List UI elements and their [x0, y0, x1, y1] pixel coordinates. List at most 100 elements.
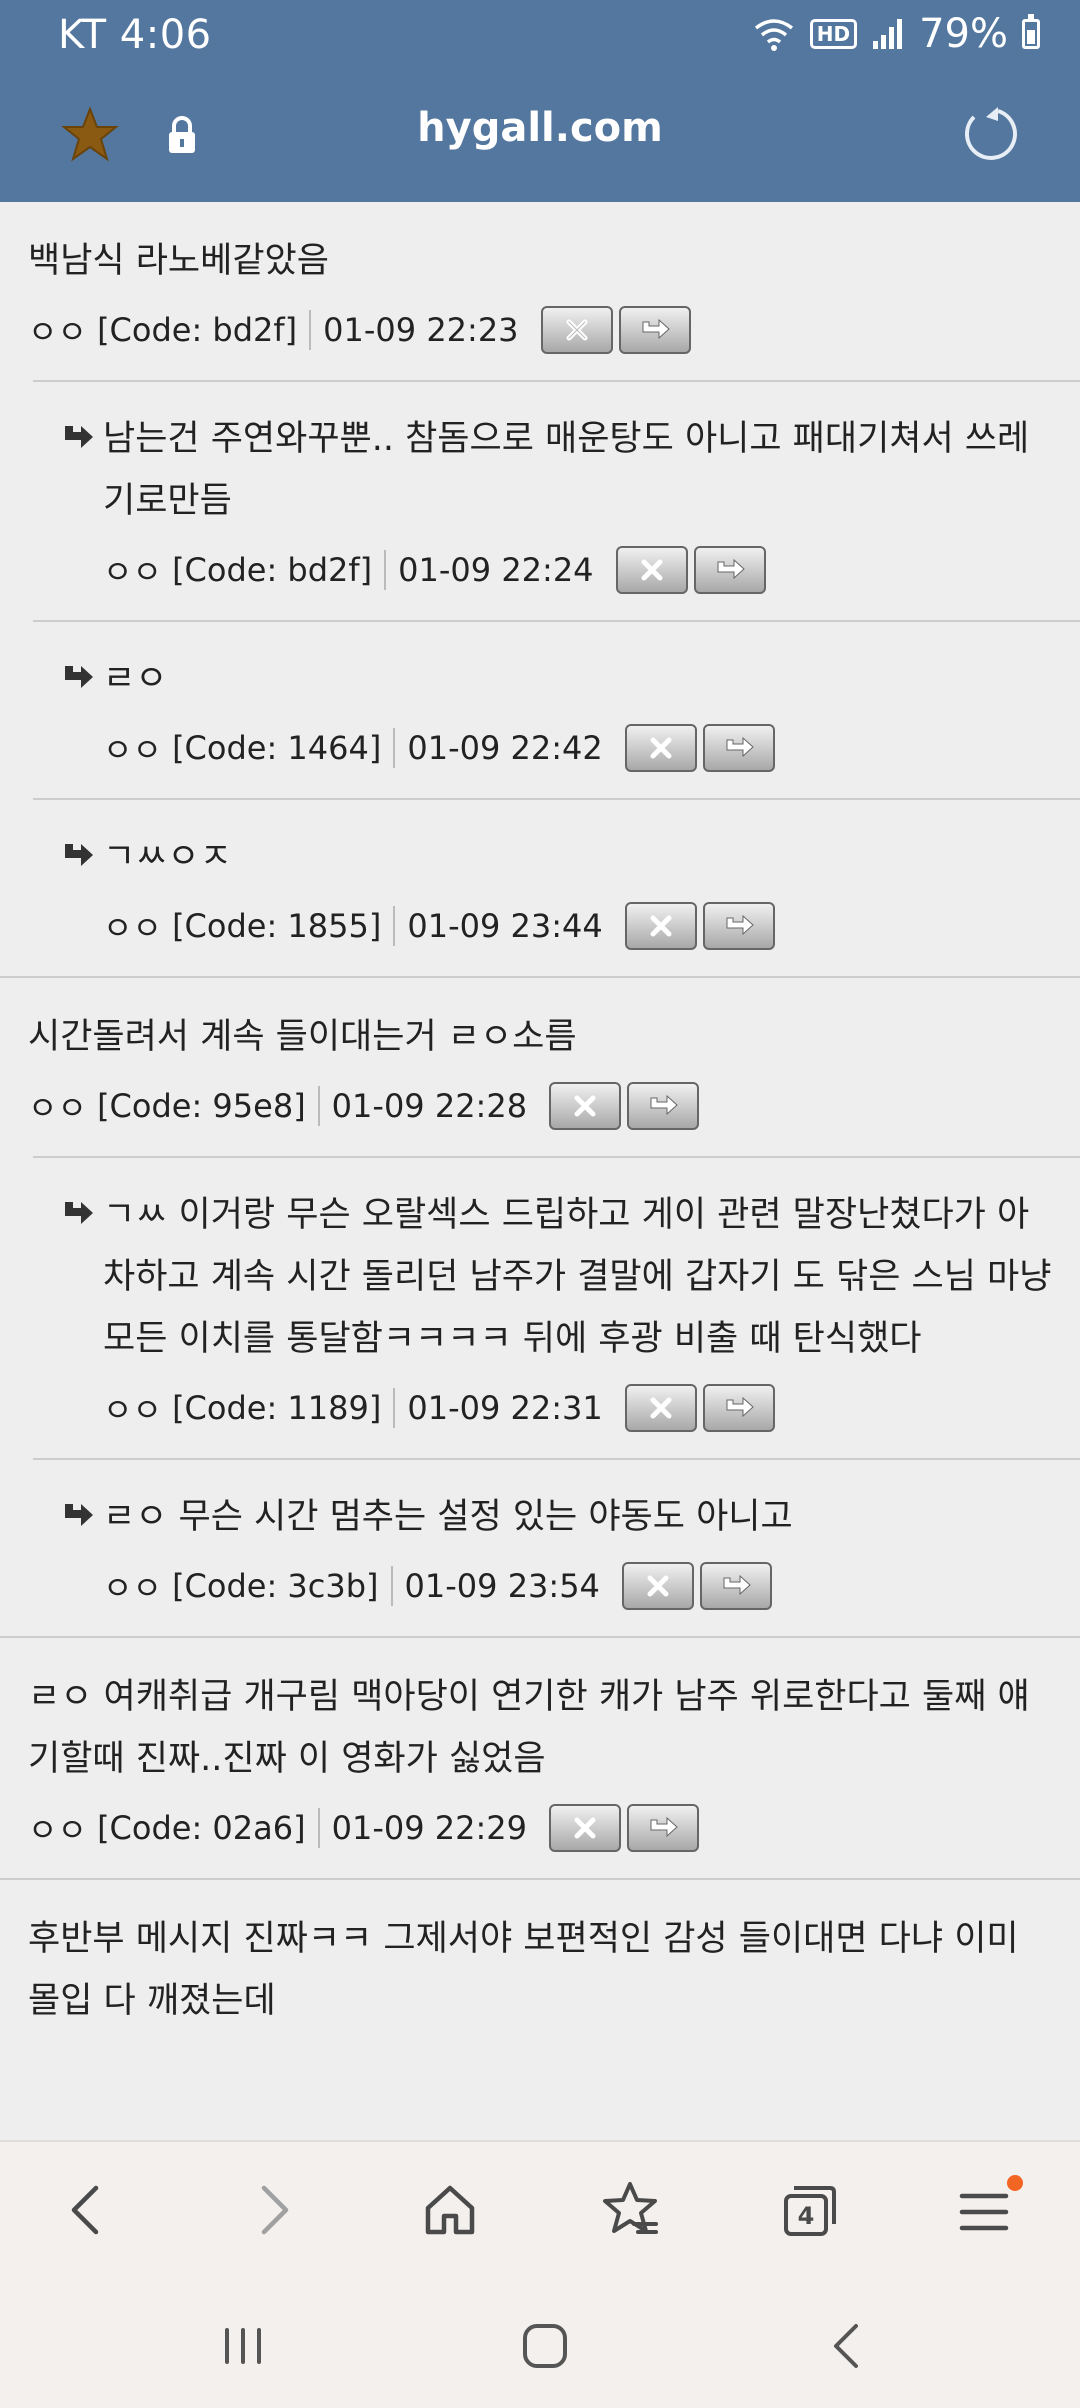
- comment-text: 시간돌려서 계속 들이대는거 ㄹㅇ소름: [28, 1017, 577, 1057]
- reply-button[interactable]: [693, 546, 766, 594]
- menu-button[interactable]: [948, 2170, 1028, 2250]
- comment-meta: ㅇㅇ [Code: bd2f] 01-09 22:23: [0, 292, 1080, 380]
- reply-icon: [726, 1396, 754, 1418]
- reply-text: ㄱㅆㅇㅈ: [103, 837, 232, 877]
- reload-icon[interactable]: [960, 103, 1020, 163]
- reply-time: 01-09 23:44: [407, 907, 603, 945]
- star-icon[interactable]: [60, 105, 120, 165]
- delete-icon: [650, 1397, 672, 1419]
- comment-code: [Code: bd2f]: [97, 311, 298, 349]
- reply-icon: [717, 558, 745, 580]
- back-button[interactable]: [48, 2170, 128, 2250]
- meta-divider: [309, 310, 312, 350]
- delete-button[interactable]: [624, 902, 697, 950]
- status-bar: KT 4:06 HD 79%: [0, 0, 1080, 70]
- delete-button[interactable]: [621, 1562, 694, 1610]
- home-icon: [425, 2185, 475, 2235]
- reply-button[interactable]: [626, 1804, 699, 1852]
- home-button[interactable]: [410, 2170, 490, 2250]
- comment-text: 후반부 메시지 진짜ㅋㅋ 그제서야 보편적인 감성 들이대면 다냐 이미 몰입 …: [28, 1919, 1019, 2021]
- url-bar[interactable]: hygall.com: [0, 95, 1080, 175]
- tabs-icon: 4: [784, 2186, 836, 2236]
- reply-code: [Code: 1464]: [172, 729, 382, 767]
- tabs-button[interactable]: 4: [770, 2170, 850, 2250]
- reply-author: ㅇㅇ: [103, 553, 162, 591]
- reply-time: 01-09 23:54: [404, 1567, 600, 1605]
- comment-author: ㅇㅇ: [28, 1811, 87, 1849]
- reply-text: ㄹㅇ 무슨 시간 멈추는 설정 있는 야동도 아니고: [103, 1497, 793, 1537]
- reply-button[interactable]: [702, 724, 775, 772]
- notification-dot: [1007, 2175, 1023, 2191]
- comment-code: [Code: 02a6]: [97, 1809, 306, 1847]
- comment-list: 백남식 라노베같았음 ㅇㅇ [Code: bd2f] 01-09 22:23 남…: [0, 202, 1080, 2140]
- reply-icon: [723, 1574, 751, 1596]
- reply-icon: [726, 914, 754, 936]
- delete-icon: [641, 559, 663, 581]
- reply: ㄹㅇ ㅇㅇ [Code: 1464] 01-09 22:42: [33, 620, 1080, 798]
- delete-icon: [647, 1575, 669, 1597]
- comment-author: ㅇㅇ: [28, 313, 87, 351]
- comment: 백남식 라노베같았음 ㅇㅇ [Code: bd2f] 01-09 22:23 남…: [0, 202, 1080, 978]
- comment-time: 01-09 22:23: [323, 311, 519, 349]
- browser-toolbar: 4: [0, 2140, 1080, 2276]
- reply-text: ㄱㅆ 이거랑 무슨 오랄섹스 드립하고 게이 관련 말장난쳤다가 아차하고 계속…: [103, 1195, 1052, 1359]
- browser-header: KT 4:06 HD 79% hygall.com: [0, 0, 1080, 202]
- delete-button[interactable]: [540, 306, 613, 354]
- delete-button[interactable]: [549, 1082, 622, 1130]
- reply: 남는건 주연와꾸뿐.. 참돔으로 매운탕도 아니고 패대기쳐서 쓰레기로만듬 ㅇ…: [33, 380, 1080, 620]
- forward-icon: [261, 2185, 289, 2235]
- reply-icon: [726, 736, 754, 758]
- reply-button[interactable]: [627, 1082, 700, 1130]
- delete-icon: [574, 1817, 596, 1839]
- reply-icon: [650, 1094, 678, 1116]
- delete-button[interactable]: [615, 546, 688, 594]
- reply-author: ㅇㅇ: [103, 909, 162, 947]
- comment: ㄹㅇ 여캐취급 개구림 맥아당이 연기한 캐가 남주 위로한다고 둘째 얘기할때…: [0, 1638, 1080, 1880]
- comment-time: 01-09 22:29: [331, 1809, 527, 1847]
- reply-code: [Code: 3c3b]: [172, 1567, 379, 1605]
- reply-author: ㅇㅇ: [103, 731, 162, 769]
- reply-button[interactable]: [618, 306, 691, 354]
- forward-button[interactable]: [232, 2170, 312, 2250]
- meta-divider: [393, 906, 396, 946]
- hd-voice-icon: HD: [809, 19, 858, 49]
- comment-text: ㄹㅇ 여캐취급 개구림 맥아당이 연기한 캐가 남주 위로한다고 둘째 얘기할때…: [28, 1677, 1030, 1779]
- reply-code: [Code: 1855]: [172, 907, 382, 945]
- delete-button[interactable]: [624, 1384, 697, 1432]
- reply-meta: ㅇㅇ [Code: 1855] 01-09 23:44: [33, 888, 1080, 976]
- reply: ㄱㅆ 이거랑 무슨 오랄섹스 드립하고 게이 관련 말장난쳤다가 아차하고 계속…: [33, 1156, 1080, 1458]
- reply-button[interactable]: [699, 1562, 772, 1610]
- delete-icon: [566, 319, 588, 341]
- reply-text: ㄹㅇ: [103, 659, 168, 699]
- signal-icon: [873, 19, 903, 49]
- reply-time: 01-09 22:31: [407, 1389, 603, 1427]
- menu-icon: [959, 2175, 1023, 2231]
- comment-meta: ㅇㅇ [Code: 02a6] 01-09 22:29: [0, 1790, 1080, 1878]
- reply-arrow-icon: [65, 426, 93, 448]
- reply: ㄹㅇ 무슨 시간 멈추는 설정 있는 야동도 아니고 ㅇㅇ [Code: 3c3…: [33, 1458, 1080, 1636]
- meta-divider: [384, 550, 387, 590]
- recent-apps-icon[interactable]: [213, 2316, 273, 2376]
- meta-divider: [317, 1086, 320, 1126]
- comment-author: ㅇㅇ: [28, 1089, 87, 1127]
- reply-button[interactable]: [702, 902, 775, 950]
- system-navigation-bar: [0, 2276, 1080, 2408]
- reply-meta: ㅇㅇ [Code: 3c3b] 01-09 23:54: [33, 1548, 1080, 1636]
- reply-button[interactable]: [702, 1384, 775, 1432]
- reply-arrow-icon: [65, 844, 93, 866]
- delete-button[interactable]: [624, 724, 697, 772]
- reply-meta: ㅇㅇ [Code: 1464] 01-09 22:42: [33, 710, 1080, 798]
- bookmarks-button[interactable]: [590, 2170, 670, 2250]
- reply-text: 남는건 주연와꾸뿐.. 참돔으로 매운탕도 아니고 패대기쳐서 쓰레기로만듬: [103, 419, 1030, 521]
- comment-text: 백남식 라노베같았음: [28, 241, 329, 281]
- delete-button[interactable]: [548, 1804, 621, 1852]
- back-gesture-icon[interactable]: [818, 2316, 878, 2376]
- back-icon: [71, 2185, 99, 2235]
- comment-meta: ㅇㅇ [Code: 95e8] 01-09 22:28: [0, 1068, 1080, 1156]
- battery-icon: [1022, 14, 1040, 49]
- url-text[interactable]: hygall.com: [340, 105, 740, 151]
- wifi-icon: [754, 19, 793, 51]
- carrier-time: KT 4:06: [58, 12, 212, 58]
- home-gesture-icon[interactable]: [515, 2316, 575, 2376]
- reply-code: [Code: 1189]: [172, 1389, 382, 1427]
